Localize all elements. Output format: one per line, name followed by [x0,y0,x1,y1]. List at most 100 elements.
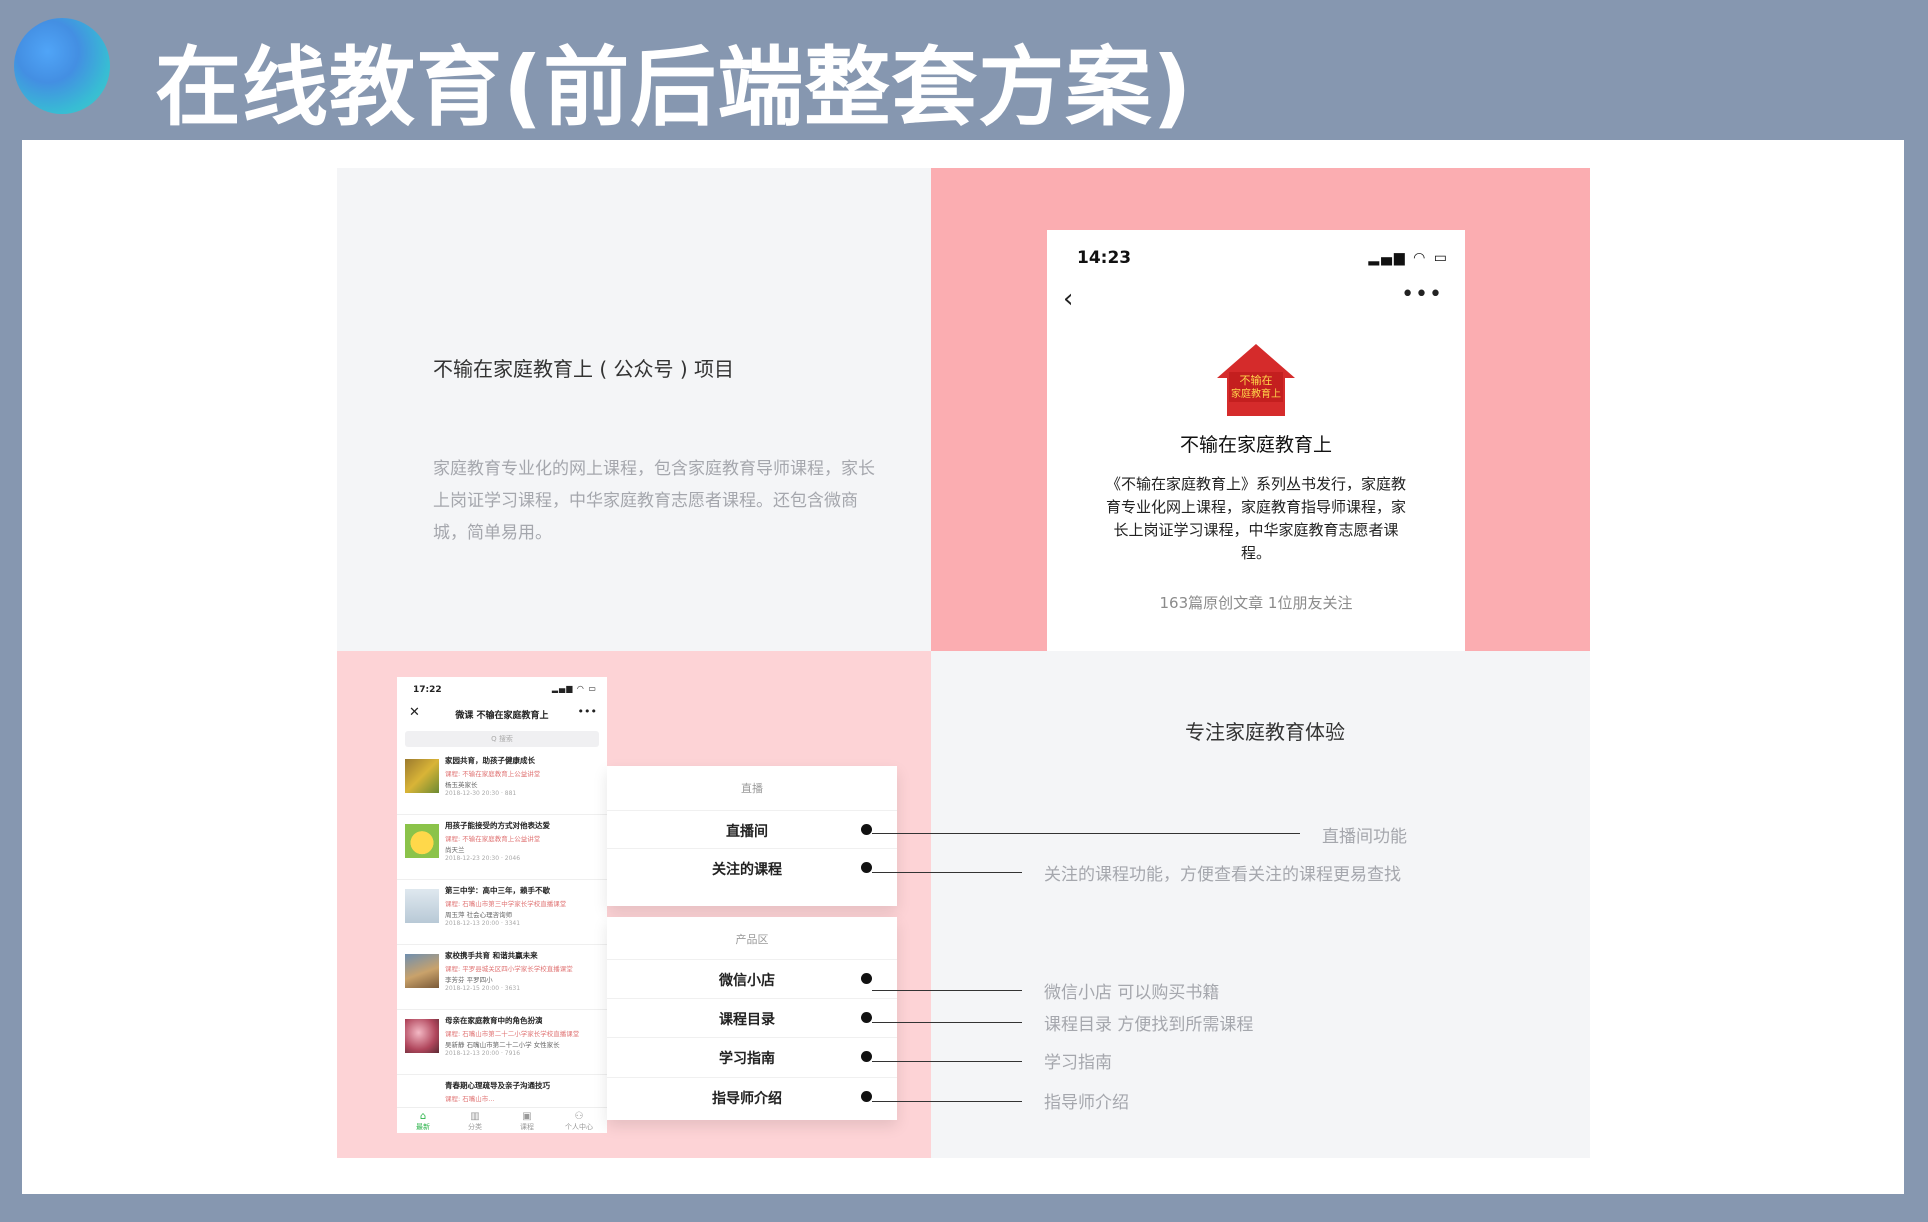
item-author: 李芳芬 平罗四小 [445,976,493,984]
item-date: 2018-12-15 20:00 · 3631 [445,985,521,992]
list-item[interactable]: 第三中学：高中三年，赖手不歇 课程: 石嘴山市第三中学家长学校直播课堂 周玉萍 … [397,879,607,945]
back-chevron-icon[interactable]: ‹ [1063,284,1073,314]
annotation-study-guide: 学习指南 [1044,1053,1112,1073]
list-thumbnail [405,1019,439,1053]
play-box-icon: ▣ [522,1111,532,1122]
item-date: 2018-12-13 20:00 · 7916 [445,1050,521,1057]
connector-line-live [872,833,1300,834]
list-item[interactable]: 家校携手共育 和谐共赢未来 课程: 平罗县城关区四小学家长学校直播课堂 李芳芬 … [397,944,607,1010]
product-menu-card: 产品区 微信小店 课程目录 学习指南 指导师介绍 [607,917,897,1120]
annotation-live-room: 直播间功能 [1322,827,1407,847]
bullet-dot [861,824,872,835]
logo-text-line1: 不输在 [1240,373,1273,387]
bullet-dot [861,1012,872,1023]
item-course: 课程: 平罗县城关区四小学家长学校直播课堂 [445,965,573,973]
connector-line-followed [872,872,1022,873]
tab-label: 课程 [520,1123,534,1131]
bullet-dot [861,1091,872,1102]
account-description: 《不输在家庭教育上》系列丛书发行，家庭教育专业化网上课程，家庭教育指导师课程，家… [1105,475,1406,562]
menu-item-study-guide[interactable]: 学习指南 [607,1037,897,1075]
annotation-wechat-shop: 微信小店 可以购买书籍 [1044,983,1220,1003]
menu-header: 直播 [741,782,763,795]
item-date: 2018-12-23 20:30 · 2046 [445,855,521,862]
tab-label: 个人中心 [565,1123,593,1131]
menu-item-label: 指导师介绍 [712,1091,782,1107]
item-title: 母亲在家庭教育中的角色扮演 [445,1016,543,1025]
wifi-icon: ◠ [1413,250,1428,266]
title-orb-decoration [14,18,110,114]
annotation-course-catalog: 课程目录 方便找到所需课程 [1044,1015,1254,1035]
status-icons: ▂▄▆ ◠ ▭ [551,684,597,693]
list-thumbnail [405,824,439,858]
account-stats: 163篇原创文章 1位朋友关注 [1159,594,1353,612]
item-course: 课程: 不输在家庭教育上公益讲堂 [445,835,541,843]
item-date: 2018-12-13 20:00 · 3341 [445,920,521,927]
bullet-dot [861,973,872,984]
list-item[interactable]: 母亲在家庭教育中的角色扮演 课程: 石嘴山市第二十二小学家长学校直播课堂 吴新静… [397,1009,607,1075]
connector-line-mentor [872,1101,1022,1102]
menu-item-course-catalog[interactable]: 课程目录 [607,998,897,1036]
item-course: 课程: 石嘴山市第三中学家长学校直播课堂 [445,900,567,908]
chart-icon: ▥ [470,1111,480,1122]
more-dots-icon[interactable]: ••• [1401,282,1443,307]
menu-item-label: 直播间 [726,824,768,840]
project-description: 家庭教育专业化的网上课程，包含家庭教育导师课程，家长上岗证学习课程，中华家庭教育… [433,459,875,543]
list-item[interactable]: 用孩子能接受的方式对他表达爱 课程: 不输在家庭教育上公益讲堂 尚天兰 2018… [397,814,607,880]
list-thumbnail [405,954,439,988]
list-thumbnail [405,889,439,923]
menu-item-label: 课程目录 [719,1012,775,1028]
user-icon: ⚇ [574,1111,584,1122]
tab-courses[interactable]: ▣ 课程 [501,1111,553,1132]
item-title: 第三中学：高中三年，赖手不歇 [445,886,550,895]
tab-label: 分类 [468,1123,482,1131]
connector-line-guide [872,1061,1022,1062]
tab-latest[interactable]: ⌂ 最新 [397,1111,449,1132]
search-input[interactable]: Q 搜索 [405,731,599,747]
account-name: 不输在家庭教育上 [1179,434,1332,456]
profile-phone-screenshot: 14:23 ▂▄▆ ◠ ▭ ‹ ••• 不输在 家庭教育上 不输在家庭教育上 《… [1047,230,1465,651]
menu-item-wechat-shop[interactable]: 微信小店 [607,959,897,997]
list-item[interactable]: 家园共育，助孩子健康成长 课程: 不输在家庭教育上公益讲堂 杨玉英家长 2018… [397,749,607,815]
item-title: 家校携手共育 和谐共赢未来 [445,951,538,960]
menu-item-label: 学习指南 [719,1051,775,1067]
menu-item-live-room[interactable]: 直播间 [607,810,897,848]
tab-profile[interactable]: ⚇ 个人中心 [553,1111,605,1132]
menu-item-followed-courses[interactable]: 关注的课程 [607,848,897,886]
annotation-followed-courses: 关注的课程功能，方便查看关注的课程更易查找 [1044,865,1401,885]
item-author: 杨玉英家长 [445,781,478,789]
bullet-dot [861,1051,872,1062]
bottom-tab-bar: ⌂ 最新 ▥ 分类 ▣ 课程 ⚇ 个人中心 [397,1107,607,1133]
item-author: 吴新静 石嘴山市第二十二小学 女性家长 [445,1041,560,1049]
connector-line-catalog [872,1022,1022,1023]
item-author: 周玉萍 社会心理咨询师 [445,911,513,919]
status-time: 17:22 [413,685,442,695]
home-icon: ⌂ [419,1111,427,1122]
content-canvas: 不输在家庭教育上 ( 公众号 ) 项目 家庭教育专业化的网上课程，包含家庭教育导… [337,168,1590,1158]
bullet-dot [861,862,872,873]
menu-item-label: 关注的课程 [712,862,782,878]
item-course: 课程: 不输在家庭教育上公益讲堂 [445,770,541,778]
connector-line-shop [872,990,1022,991]
item-course: 课程: 石嘴山市... [445,1095,495,1103]
tab-category[interactable]: ▥ 分类 [449,1111,501,1132]
item-date: 2018-12-30 20:30 · 881 [445,790,517,797]
live-menu-card: 直播 直播间 关注的课程 [607,766,897,906]
status-icons: ▂▄▆ ◠ ▭ [1368,250,1449,266]
more-dots-icon[interactable]: ••• [578,705,597,718]
menu-item-label: 微信小店 [719,973,775,989]
status-time: 14:23 [1077,248,1132,268]
menu-item-mentor-intro[interactable]: 指导师介绍 [607,1077,897,1115]
experience-title: 专注家庭教育体验 [1185,720,1345,744]
list-page-title: 微课 不输在家庭教育上 [455,711,549,721]
annotation-mentor-intro: 指导师介绍 [1044,1093,1129,1113]
item-author: 尚天兰 [445,846,465,854]
house-logo-icon: 不输在 家庭教育上 [1217,344,1295,416]
course-list-phone-screenshot: 17:22 ▂▄▆ ◠ ▭ ✕ 微课 不输在家庭教育上 ••• Q 搜索 家园共… [397,677,607,1133]
slide-title: 在线教育(前后端整套方案) [155,38,1193,138]
item-title: 青春期心理疏导及亲子沟通技巧 [445,1081,550,1090]
item-course: 课程: 石嘴山市第二十二小学家长学校直播课堂 [445,1030,580,1038]
tab-label: 最新 [416,1123,430,1131]
logo-text-line2: 家庭教育上 [1231,387,1281,400]
item-title: 家园共育，助孩子健康成长 [445,756,535,765]
project-title: 不输在家庭教育上 ( 公众号 ) 项目 [433,357,735,381]
